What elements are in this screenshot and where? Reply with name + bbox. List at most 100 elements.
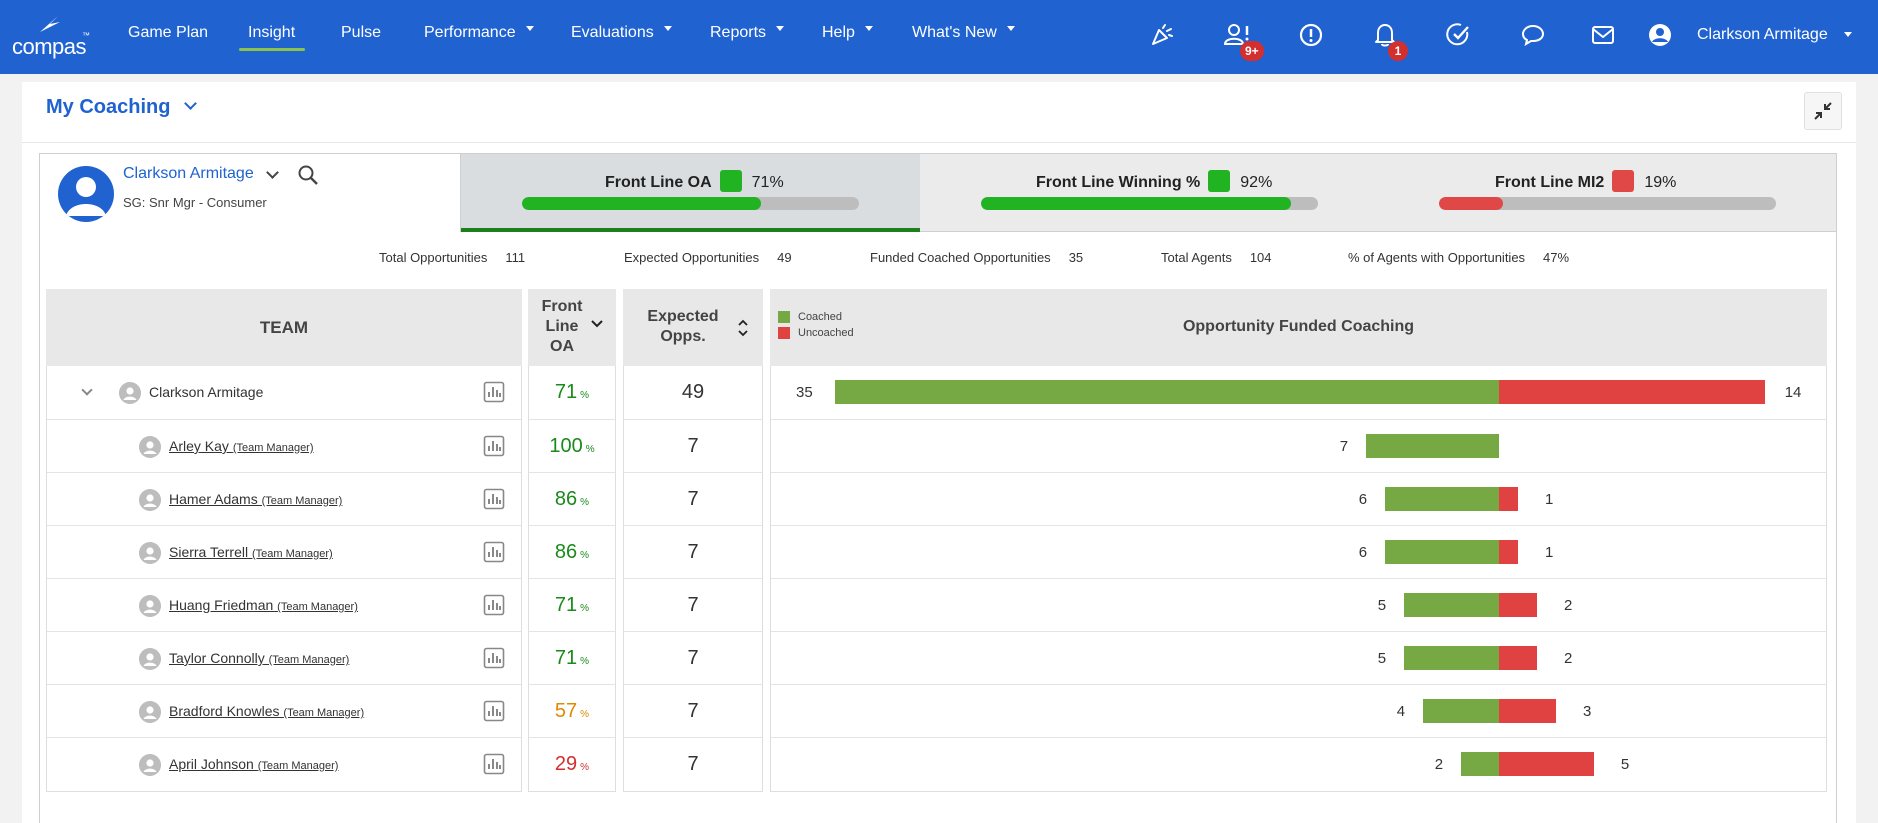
team-member-label: Clarkson Armitage <box>149 384 264 400</box>
person-name[interactable]: Clarkson Armitage <box>123 165 254 183</box>
bar-chart-icon[interactable] <box>483 647 505 669</box>
summary-stat-value: 49 <box>777 250 792 265</box>
nav-item-performance[interactable]: Performance <box>424 24 534 42</box>
team-alerts-icon[interactable]: 9+ <box>1222 20 1264 61</box>
nav-item-what-s-new[interactable]: What's New <box>912 24 1015 42</box>
user-menu[interactable]: Clarkson Armitage <box>1697 26 1853 44</box>
summary-stat-label: Funded Coached Opportunities <box>870 250 1051 265</box>
coached-bar <box>1423 699 1499 723</box>
table-row: 29% <box>529 737 615 790</box>
kpi-value: 19% <box>1644 174 1677 192</box>
chevron-down-icon[interactable] <box>81 384 93 396</box>
summary-stat: Funded Coached Opportunities 35 <box>870 250 1083 265</box>
logo-trademark: ™ <box>82 31 90 40</box>
team-member-link[interactable]: Taylor Connolly (Team Manager) <box>169 650 349 666</box>
chevron-down-icon <box>663 26 672 32</box>
team-column-header: TEAM <box>46 289 522 366</box>
panel-title: My Coaching <box>46 96 171 118</box>
uncoached-count: 1 <box>1544 491 1554 508</box>
logo-swoosh-icon <box>40 16 60 32</box>
nav-item-pulse[interactable]: Pulse <box>341 24 381 42</box>
bar-chart-icon[interactable] <box>483 488 505 510</box>
panel-title-dropdown[interactable]: My Coaching <box>46 96 198 119</box>
nav-item-reports[interactable]: Reports <box>710 24 785 42</box>
front-line-oa-sort-header[interactable]: Front Line OA <box>528 289 616 366</box>
coached-count: 6 <box>1358 491 1368 508</box>
bar-chart-icon[interactable] <box>483 594 505 616</box>
team-member-link[interactable]: Bradford Knowles (Team Manager) <box>169 703 364 719</box>
opportunity-coaching-header: Coached Uncoached Opportunity Funded Coa… <box>770 289 1827 366</box>
my-coaching-panel: My Coaching Clarkson Armitage SG: Snr Mg… <box>22 82 1856 823</box>
search-icon[interactable] <box>296 163 320 187</box>
nav-item-help[interactable]: Help <box>822 24 873 42</box>
front-line-oa-value: 100% <box>549 435 595 457</box>
table-row: 7 <box>624 578 762 631</box>
compas-logo[interactable]: compas ™ <box>12 14 92 59</box>
nav-item-game-plan[interactable]: Game Plan <box>128 24 208 42</box>
team-member-link[interactable]: April Johnson (Team Manager) <box>169 756 338 772</box>
nav-item-insight[interactable]: Insight <box>248 24 295 42</box>
chevron-down-icon[interactable] <box>266 166 279 179</box>
chevron-down-icon <box>1006 26 1015 32</box>
coaching-content: Clarkson Armitage SG: Snr Mgr - Consumer… <box>39 153 1837 823</box>
table-row: Bradford Knowles (Team Manager) <box>47 684 521 737</box>
uncoached-bar <box>1499 699 1556 723</box>
kpi-tab-front-line-winning[interactable]: Front Line Winning % 92% <box>920 154 1378 232</box>
front-line-oa-value: 71% <box>554 594 590 616</box>
table-row: 57% <box>529 684 615 737</box>
alert-circle-icon[interactable] <box>1296 20 1326 50</box>
front-line-oa-value: 57% <box>554 700 590 722</box>
kpi-tab-front-line-mi[interactable]: Front Line MI2 19% <box>1378 154 1836 232</box>
kpi-label-row: Front Line OA 71% <box>605 170 784 194</box>
logo-text: compas <box>12 34 87 59</box>
bell-icon[interactable]: 1 <box>1370 20 1408 61</box>
table-row: 25 <box>771 737 1826 790</box>
coached-count: 6 <box>1358 544 1368 561</box>
table-row: Huang Friedman (Team Manager) <box>47 578 521 631</box>
collapse-button[interactable] <box>1804 92 1842 130</box>
team-member-name: Sierra Terrell (Team Manager) <box>169 544 333 560</box>
summary-stat-label: Total Opportunities <box>379 250 488 265</box>
kpi-progress-fill <box>1439 197 1504 210</box>
table-row: Taylor Connolly (Team Manager) <box>47 631 521 684</box>
bar-chart-icon[interactable] <box>483 435 505 457</box>
table-row: 52 <box>771 578 1826 631</box>
user-account-icon[interactable] <box>1645 20 1675 50</box>
team-member-link[interactable]: Sierra Terrell (Team Manager) <box>169 544 333 560</box>
bar-chart-icon[interactable] <box>483 753 505 775</box>
bar-chart-icon[interactable] <box>483 700 505 722</box>
notifications-badge: 1 <box>1388 41 1408 61</box>
team-member-link[interactable]: Hamer Adams (Team Manager) <box>169 491 342 507</box>
bar-chart-icon[interactable] <box>483 381 505 403</box>
team-member-role: (Team Manager) <box>232 442 314 454</box>
kpi-progress-track <box>522 197 859 210</box>
celebrate-icon[interactable] <box>1147 20 1177 50</box>
bar-chart-icon[interactable] <box>483 541 505 563</box>
table-row: Hamer Adams (Team Manager) <box>47 472 521 525</box>
person-icon <box>119 382 141 404</box>
nav-item-label: Game Plan <box>128 24 209 41</box>
summary-stat-value: 47% <box>1543 250 1570 265</box>
person-icon <box>139 648 161 670</box>
kpi-header: Clarkson Armitage SG: Snr Mgr - Consumer… <box>40 154 1836 232</box>
front-line-oa-value: 86% <box>554 541 590 563</box>
expected-opps-sort-header[interactable]: Expected Opps. <box>623 289 763 366</box>
kpi-tab-front-line-oa[interactable]: Front Line OA 71% <box>461 154 920 232</box>
table-row: April Johnson (Team Manager) <box>47 737 521 790</box>
chevron-down-icon <box>776 26 785 32</box>
team-member-name: Clarkson Armitage <box>149 384 263 400</box>
team-member-link[interactable]: Arley Kay (Team Manager) <box>169 438 314 454</box>
kpi-value: 92% <box>1240 174 1273 192</box>
nav-active-indicator <box>239 48 305 51</box>
mail-icon[interactable] <box>1588 20 1618 50</box>
task-check-icon[interactable] <box>1444 20 1474 50</box>
chat-bubble-icon[interactable] <box>1518 20 1548 50</box>
summary-stat-value: 35 <box>1068 250 1084 265</box>
nav-item-evaluations[interactable]: Evaluations <box>571 24 672 42</box>
expected-opps-header-label: Expected Opps. <box>647 308 719 345</box>
table-row: 7 <box>624 684 762 737</box>
summary-stats: Total Opportunities 111 Expected Opportuni… <box>40 250 1836 270</box>
kpi-progress-track <box>981 197 1318 210</box>
team-member-link[interactable]: Huang Friedman (Team Manager) <box>169 597 358 613</box>
kpi-status-swatch <box>719 170 742 192</box>
